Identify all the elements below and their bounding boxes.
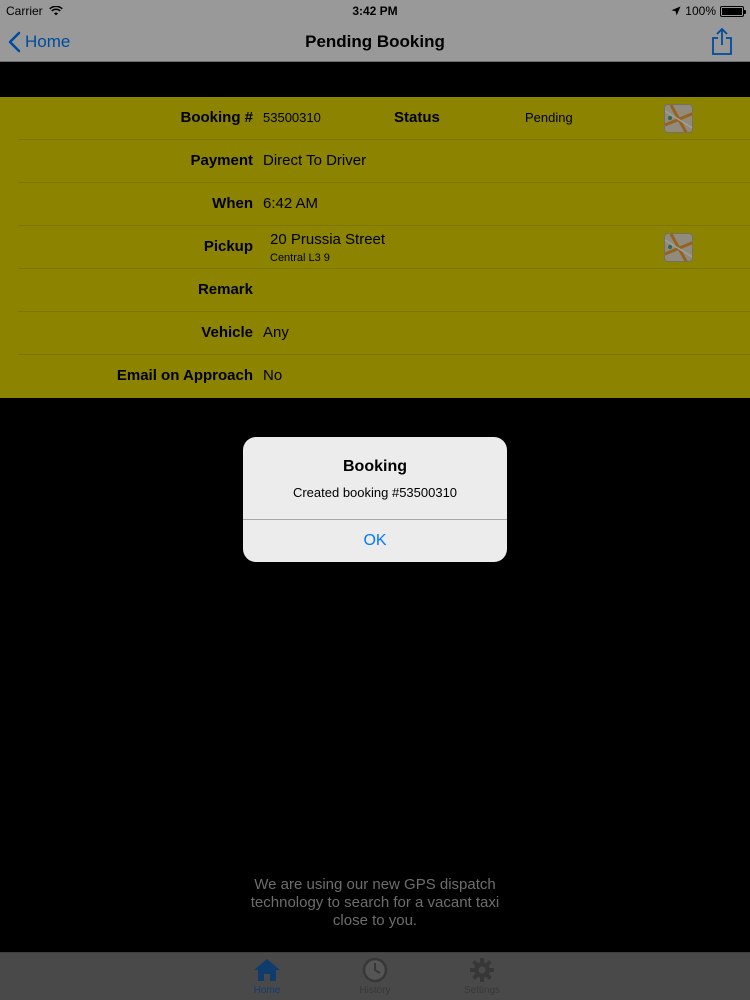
alert-title: Booking [343,458,407,475]
alert-dialog: Booking Created booking #53500310 OK [243,437,507,562]
alert-message: Created booking #53500310 [292,485,458,500]
ok-button[interactable]: OK [243,520,507,562]
